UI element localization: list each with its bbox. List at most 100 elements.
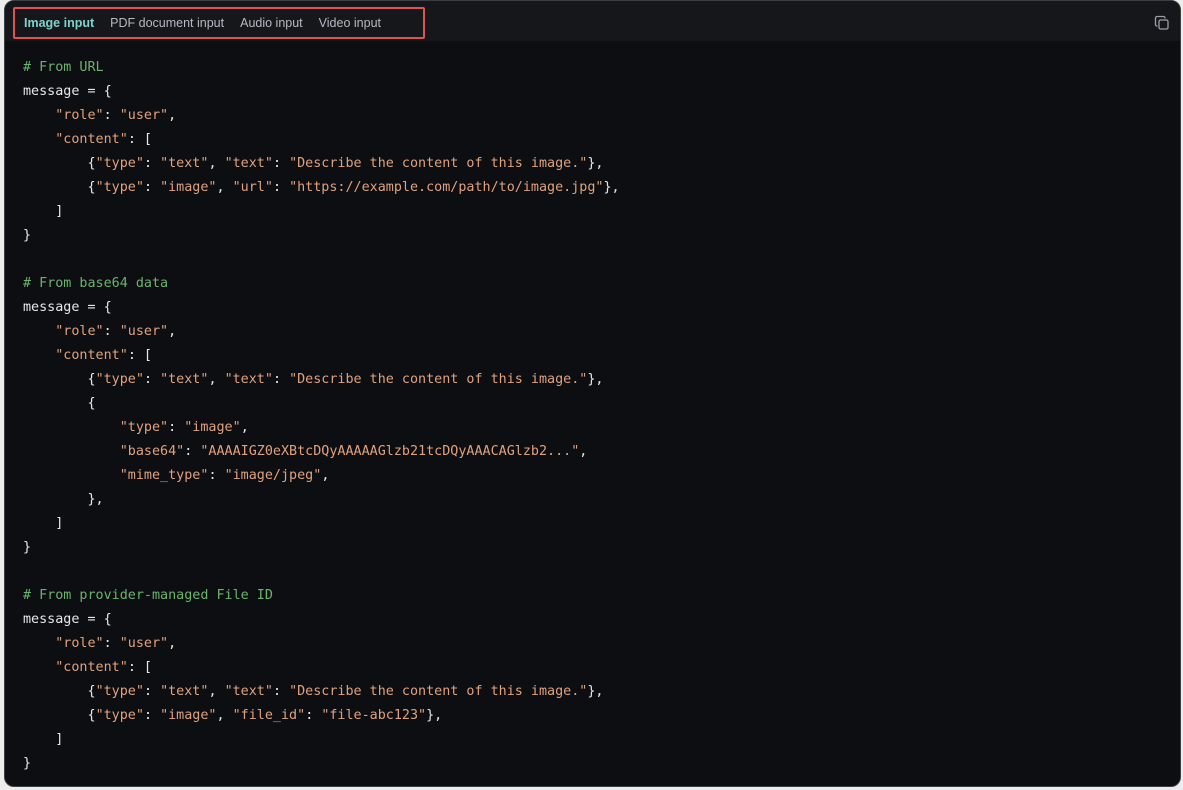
code-string: "Describe the content of this image." [289, 372, 588, 387]
tab-pdf-document-input[interactable]: PDF document input [110, 16, 224, 30]
code-text: , [208, 156, 225, 171]
code-text: , [240, 420, 249, 435]
code-string: "Describe the content of this image." [289, 684, 588, 699]
code-text: { [23, 708, 96, 723]
code-line: } [23, 224, 1180, 248]
code-line: "role": "user", [23, 104, 1180, 128]
code-text: : [143, 708, 161, 723]
code-text: : [143, 180, 161, 195]
tab-audio-input[interactable]: Audio input [240, 16, 303, 30]
code-string: "text" [160, 372, 209, 387]
code-string: "image" [184, 420, 241, 435]
code-text: , [168, 636, 177, 651]
code-line: message = { [23, 296, 1180, 320]
code-string: "text" [160, 684, 209, 699]
code-text: , [321, 468, 330, 483]
code-string: "content" [55, 132, 128, 147]
code-block: Image input PDF document input Audio inp… [4, 0, 1181, 787]
code-text: : [103, 636, 120, 651]
code-string: "type" [95, 372, 144, 387]
code-text: : [272, 156, 290, 171]
code-text: ] [23, 204, 64, 219]
code-line: ] [23, 512, 1180, 536]
code-text: : [103, 108, 120, 123]
tab-video-input[interactable]: Video input [319, 16, 381, 30]
code-string: "type" [95, 684, 144, 699]
code-string: "AAAAIGZ0eXBtcDQyAAAAAGlzb21tcDQyAAACAGl… [200, 444, 580, 459]
code-text: , [579, 444, 588, 459]
code-line: {"type": "text", "text": "Describe the c… [23, 152, 1180, 176]
code-text: , [216, 708, 233, 723]
code-tab-bar: Image input PDF document input Audio inp… [5, 1, 1180, 41]
code-string: "content" [55, 660, 128, 675]
code-string: "text" [224, 684, 273, 699]
code-string: "https://example.com/path/to/image.jpg" [289, 180, 604, 195]
code-line: message = { [23, 608, 1180, 632]
code-line: # From base64 data [23, 272, 1180, 296]
code-string: "role" [55, 108, 104, 123]
code-text: : [305, 708, 322, 723]
code-text: { [23, 396, 96, 411]
code-line: { [23, 392, 1180, 416]
code-string: "image" [160, 180, 217, 195]
code-string: "type" [95, 180, 144, 195]
code-text: } [23, 756, 32, 771]
code-string: "Describe the content of this image." [289, 156, 588, 171]
code-text: { [23, 156, 96, 171]
code-text: : [272, 180, 290, 195]
code-string: "text" [224, 156, 273, 171]
code-string: "base64" [119, 444, 185, 459]
code-line: "content": [ [23, 344, 1180, 368]
code-text: { [23, 180, 96, 195]
code-text: }, [587, 372, 604, 387]
code-string: "type" [95, 156, 144, 171]
code-text: : [184, 444, 201, 459]
code-string: "user" [119, 636, 169, 651]
code-line: ] [23, 200, 1180, 224]
code-line: {"type": "text", "text": "Describe the c… [23, 680, 1180, 704]
code-line: }, [23, 488, 1180, 512]
code-comment: # From URL [23, 60, 104, 75]
code-string: "mime_type" [119, 468, 209, 483]
code-string: "text" [224, 372, 273, 387]
code-comment: # From provider-managed File ID [23, 588, 273, 603]
code-text: message = { [23, 300, 112, 315]
code-line: message = { [23, 80, 1180, 104]
code-text: { [23, 684, 96, 699]
code-content: # From URL message = { "role": "user", "c… [23, 56, 1180, 776]
code-comment: # From base64 data [23, 276, 169, 291]
code-text: : [272, 372, 290, 387]
code-text: : [103, 324, 120, 339]
code-text: : [143, 156, 161, 171]
code-text: }, [587, 156, 604, 171]
code-text: : [ [127, 348, 152, 363]
code-string: "text" [160, 156, 209, 171]
code-text: , [168, 108, 177, 123]
code-text: : [143, 372, 161, 387]
code-line: # From provider-managed File ID [23, 584, 1180, 608]
code-line: "mime_type": "image/jpeg", [23, 464, 1180, 488]
copy-icon[interactable] [1154, 15, 1170, 31]
code-text: , [208, 372, 225, 387]
tab-image-input[interactable]: Image input [24, 16, 94, 30]
code-line: "type": "image", [23, 416, 1180, 440]
code-line: "content": [ [23, 128, 1180, 152]
code-string: "file_id" [232, 708, 306, 723]
code-text: }, [603, 180, 620, 195]
code-line: {"type": "text", "text": "Describe the c… [23, 368, 1180, 392]
code-text: { [23, 372, 96, 387]
code-text: , [168, 324, 177, 339]
code-text: ] [23, 516, 64, 531]
code-string: "role" [55, 636, 104, 651]
code-line: "role": "user", [23, 632, 1180, 656]
code-text: } [23, 228, 32, 243]
